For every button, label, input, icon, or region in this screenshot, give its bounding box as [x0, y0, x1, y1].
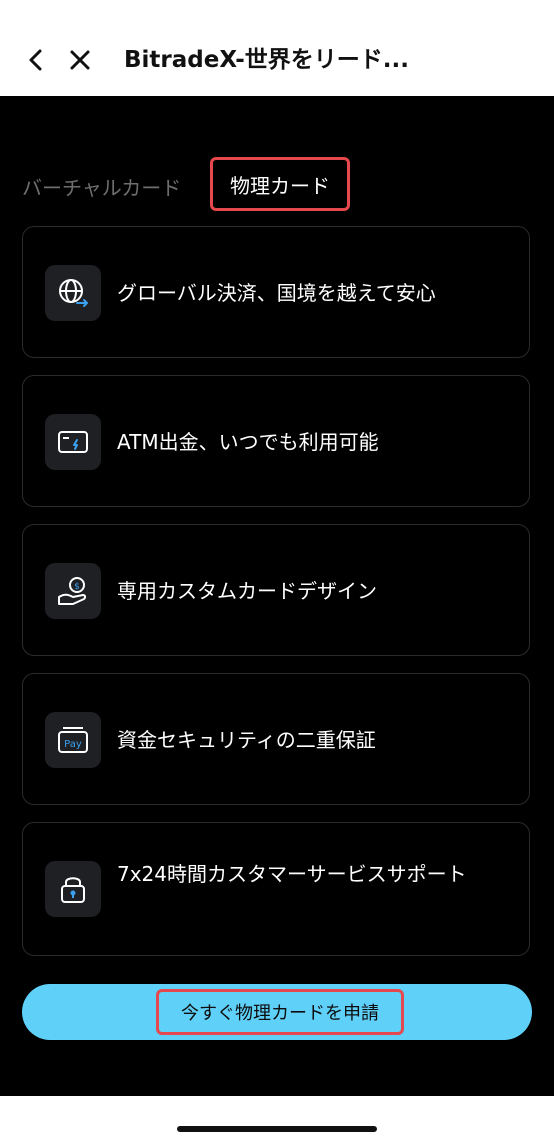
feature-label: 専用カスタムカードデザイン: [117, 579, 377, 603]
page-title: BitradeX-世界をリード...: [124, 47, 409, 73]
hand-coin-icon: $: [58, 577, 87, 605]
feature-card-atm: ATM出金、いつでも利用可能: [22, 375, 530, 507]
feature-card-support: 7x24時間カスタマーサービスサポート: [22, 822, 530, 956]
pay-card-icon: Pay: [58, 727, 88, 753]
apply-button-label: 今すぐ物理カードを申請: [156, 989, 404, 1035]
feature-label: グローバル決済、国境を越えて安心: [117, 281, 436, 305]
svg-text:$: $: [74, 582, 80, 592]
feature-icon-box: [45, 265, 101, 321]
close-icon: [70, 50, 90, 70]
feature-icon-box: [45, 861, 101, 917]
card-atm-icon: [58, 431, 88, 453]
top-bar: BitradeX-世界をリード...: [0, 0, 554, 96]
chevron-left-icon: [29, 49, 42, 71]
feature-card-global-payment: グローバル決済、国境を越えて安心: [22, 226, 530, 358]
bottom-safe-area: [0, 1096, 554, 1144]
tab-physical-card[interactable]: 物理カード: [210, 157, 350, 211]
feature-icon-box: $: [45, 563, 101, 619]
home-indicator: [177, 1126, 377, 1132]
feature-label: 7x24時間カスタマーサービスサポート: [117, 862, 467, 886]
feature-card-custom-design: $ 専用カスタムカードデザイン: [22, 524, 530, 656]
feature-card-security: Pay 資金セキュリティの二重保証: [22, 673, 530, 805]
feature-label: ATM出金、いつでも利用可能: [117, 430, 379, 454]
svg-text:Pay: Pay: [64, 739, 82, 750]
feature-icon-box: Pay: [45, 712, 101, 768]
feature-icon-box: [45, 414, 101, 470]
feature-label: 資金セキュリティの二重保証: [117, 728, 376, 752]
close-button[interactable]: [64, 44, 96, 76]
apply-physical-card-button[interactable]: 今すぐ物理カードを申請: [22, 984, 532, 1040]
back-button[interactable]: [20, 44, 52, 76]
tab-virtual-card[interactable]: バーチャルカード: [22, 170, 181, 206]
lock-icon: [61, 877, 85, 903]
globe-transfer-icon: [59, 279, 88, 307]
